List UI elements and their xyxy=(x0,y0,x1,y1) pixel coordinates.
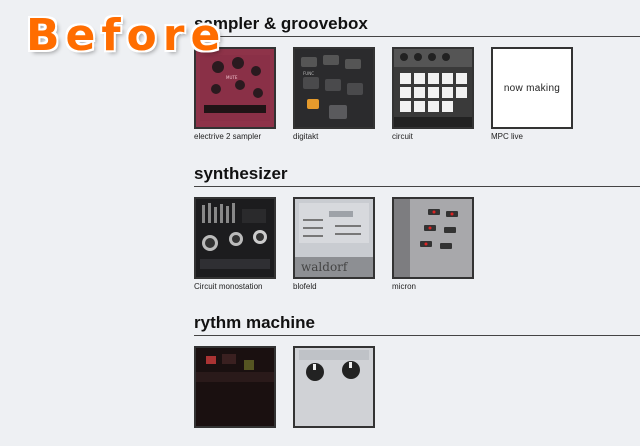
product-caption: digitakt xyxy=(293,132,319,141)
product-card-blofeld[interactable]: waldorf blofeld xyxy=(293,197,375,291)
circuit-image[interactable] xyxy=(392,47,474,129)
rhythm-machine-image[interactable] xyxy=(194,346,276,428)
svg-text:waldorf: waldorf xyxy=(301,260,349,274)
section-sampler-groovebox: sampler & groovebox MUTE electrive 2 sam… xyxy=(194,13,640,147)
monostation-image[interactable] xyxy=(194,197,276,279)
micron-image[interactable] xyxy=(392,197,474,279)
placeholder-text: now making xyxy=(503,83,561,94)
before-badge: Before xyxy=(26,10,227,61)
svg-text:FUNC: FUNC xyxy=(303,71,314,76)
mpc-live-placeholder-image[interactable]: now making xyxy=(491,47,573,129)
section-title: rythm machine xyxy=(194,313,315,332)
knob-panel-image[interactable] xyxy=(293,346,375,428)
product-card-electrive[interactable]: MUTE electrive 2 sampler xyxy=(194,47,276,141)
product-card-circuit[interactable]: circuit xyxy=(392,47,474,141)
product-card-micron[interactable]: micron xyxy=(392,197,474,291)
product-card-monostation[interactable]: Circuit monostation xyxy=(194,197,276,291)
blofeld-image[interactable]: waldorf xyxy=(293,197,375,279)
product-caption: circuit xyxy=(392,132,413,141)
product-card-digitakt[interactable]: FUNC digitakt xyxy=(293,47,375,141)
product-caption: MPC live xyxy=(491,132,524,141)
product-caption: electrive 2 sampler xyxy=(194,132,262,141)
svg-text:MUTE: MUTE xyxy=(226,75,238,80)
section-rythm-machine: rythm machine xyxy=(194,312,640,446)
product-caption: Circuit monostation xyxy=(194,282,263,291)
product-card-rhythm-2[interactable] xyxy=(293,346,375,431)
product-caption: micron xyxy=(392,282,417,291)
product-card-rhythm-1[interactable] xyxy=(194,346,276,431)
product-card-mpc-live[interactable]: now making MPC live xyxy=(491,47,573,141)
section-title: sampler & groovebox xyxy=(194,14,368,33)
section-synthesizer: synthesizer Circuit monostation waldorf … xyxy=(194,163,640,297)
product-caption: blofeld xyxy=(293,282,317,291)
section-title: synthesizer xyxy=(194,164,288,183)
digitakt-image[interactable]: FUNC xyxy=(293,47,375,129)
